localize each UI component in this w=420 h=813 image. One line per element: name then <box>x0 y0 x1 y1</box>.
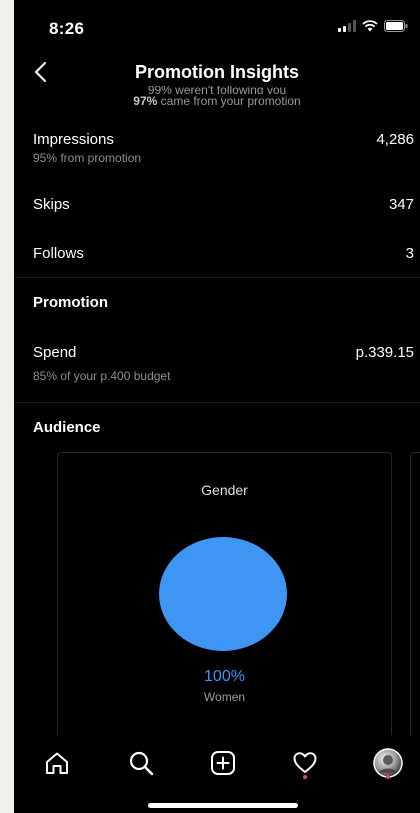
activity-notification-dot <box>303 775 307 779</box>
gender-card-title: Gender <box>201 482 248 498</box>
follows-row[interactable]: Follows 3 <box>33 245 414 262</box>
phone-screen: 8:26 Promotion Insights 99% weren't foll… <box>14 0 420 813</box>
signal-icon <box>338 20 356 32</box>
status-icons <box>338 20 408 32</box>
wifi-icon <box>362 20 378 32</box>
impressions-value: 4,286 <box>376 131 414 148</box>
banner-cut-line: 99% weren't following you <box>14 86 420 94</box>
spend-label: Spend <box>33 344 77 361</box>
divider <box>14 277 420 278</box>
impressions-sub: 95% from promotion <box>33 151 142 165</box>
search-icon[interactable] <box>125 747 157 779</box>
status-bar: 8:26 <box>14 0 420 56</box>
divider <box>14 402 420 403</box>
insights-content: 99% weren't following you 97% came from … <box>14 86 420 108</box>
skips-label: Skips <box>33 196 70 213</box>
follows-value: 3 <box>405 245 414 262</box>
create-icon[interactable] <box>207 747 239 779</box>
banner-rest: came from your promotion <box>160 94 301 108</box>
gender-card[interactable]: Gender 100% Women <box>57 452 392 754</box>
tab-bar <box>14 735 420 813</box>
spend-row[interactable]: Spend 85% of your p.400 budget p.339.15 <box>33 344 414 383</box>
next-audience-card[interactable] <box>410 452 420 754</box>
impressions-label: Impressions <box>33 131 114 148</box>
banner-line: 97% came from your promotion <box>14 94 420 108</box>
home-indicator[interactable] <box>148 803 298 808</box>
pie-slice-women <box>159 537 287 651</box>
home-icon[interactable] <box>41 747 73 779</box>
gender-percent: 100% <box>204 668 245 685</box>
profile-notification-dot <box>386 775 390 779</box>
page-title: Promotion Insights <box>135 62 299 82</box>
status-time: 8:26 <box>49 19 85 38</box>
spend-sub: 85% of your p.400 budget <box>33 369 171 383</box>
follows-label: Follows <box>33 245 84 262</box>
battery-icon <box>384 20 408 32</box>
skips-row[interactable]: Skips 347 <box>33 196 414 213</box>
skips-value: 347 <box>388 196 414 213</box>
promotion-section-title: Promotion <box>33 294 108 311</box>
banner-pct: 97% <box>133 94 158 108</box>
audience-section-title: Audience <box>33 419 101 436</box>
impressions-row[interactable]: Impressions 95% from promotion 4,286 <box>33 131 414 165</box>
banner-cut-text: 99% weren't following you <box>147 86 287 94</box>
spend-value: p.339.15 <box>355 344 414 361</box>
gender-label: Women <box>203 690 246 704</box>
gender-pie-chart <box>159 537 287 651</box>
